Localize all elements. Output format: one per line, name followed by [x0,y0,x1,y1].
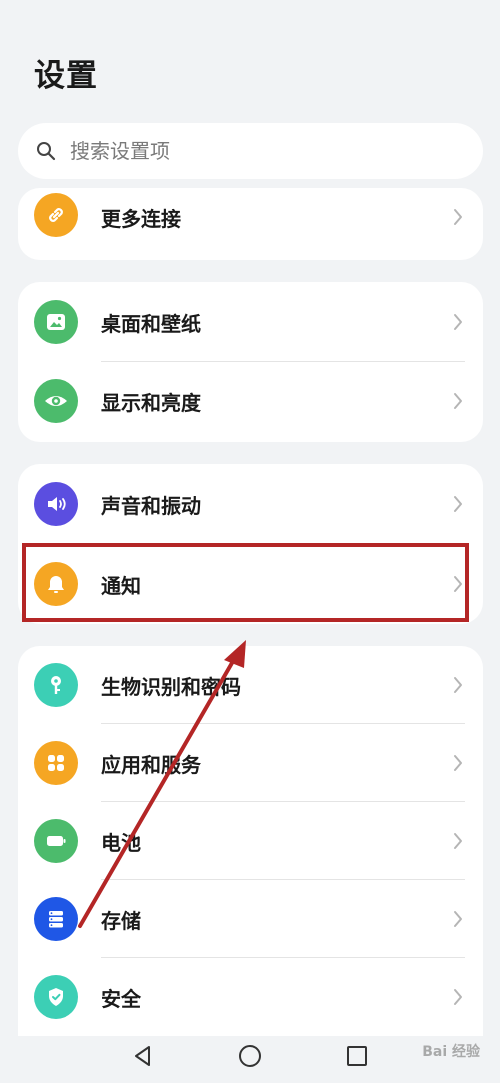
row-label: 通知 [101,573,141,598]
chevron-right-icon [454,314,462,330]
row-notifications[interactable]: 通知 [18,544,483,624]
search-icon [36,140,58,162]
shield-icon [34,975,78,1019]
row-storage[interactable]: 存储 [18,880,483,958]
chevron-right-icon [454,755,462,771]
row-label: 安全 [101,986,141,1011]
settings-group-system: 生物识别和密码 应用和服务 电池 存储 安全 [18,646,483,1036]
settings-group-display: 桌面和壁纸 显示和亮度 [18,282,483,442]
bell-icon [34,562,78,606]
row-label: 声音和振动 [101,493,201,518]
row-more-connections[interactable]: 更多连接 [18,188,483,246]
row-label: 显示和亮度 [101,390,201,415]
row-security[interactable]: 安全 [18,958,483,1036]
home-icon[interactable] [237,1043,263,1069]
link-icon [34,193,78,237]
chevron-right-icon [454,393,462,409]
battery-icon [34,819,78,863]
chevron-right-icon [454,989,462,1005]
chevron-right-icon [454,576,462,592]
row-biometrics-password[interactable]: 生物识别和密码 [18,646,483,724]
chevron-right-icon [454,209,462,225]
row-battery[interactable]: 电池 [18,802,483,880]
chevron-right-icon [454,833,462,849]
row-sound-vibration[interactable]: 声音和振动 [18,464,483,544]
row-label: 更多连接 [101,206,181,231]
row-desktop-wallpaper[interactable]: 桌面和壁纸 [18,282,483,362]
watermark: Bai 经验 [422,1044,480,1060]
chevron-right-icon [454,911,462,927]
search-input[interactable] [70,139,450,163]
row-label: 电池 [101,830,141,855]
row-label: 应用和服务 [101,752,201,777]
search-bar[interactable] [18,123,483,179]
storage-icon [34,897,78,941]
key-icon [34,663,78,707]
page-title: 设置 [34,58,98,94]
settings-group-connections: 更多连接 [18,188,483,260]
row-label: 生物识别和密码 [101,674,241,699]
recent-apps-icon[interactable] [344,1043,370,1069]
eye-icon [34,379,78,423]
speaker-icon [34,482,78,526]
row-apps-services[interactable]: 应用和服务 [18,724,483,802]
row-display-brightness[interactable]: 显示和亮度 [18,362,483,440]
wallpaper-icon [34,300,78,344]
row-label: 桌面和壁纸 [101,311,201,336]
chevron-right-icon [454,677,462,693]
grid-icon [34,741,78,785]
back-icon[interactable] [130,1043,156,1069]
row-label: 存储 [101,908,141,933]
chevron-right-icon [454,496,462,512]
settings-group-sound: 声音和振动 通知 [18,464,483,624]
